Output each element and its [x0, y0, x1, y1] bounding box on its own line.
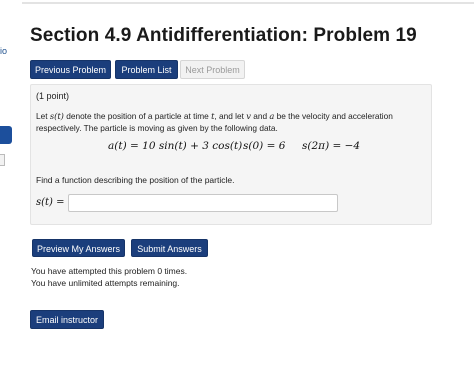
- email-instructor-button[interactable]: Email instructor: [30, 310, 104, 329]
- statement-text: Let: [36, 111, 50, 121]
- acceleration-equation: a(t) = 10 sin(t) + 3 cos(t): [108, 140, 243, 152]
- problem-statement: Let s(t) denote the position of a partic…: [36, 110, 426, 134]
- sidebar-tab[interactable]: [0, 154, 5, 166]
- sidebar-fragment-text: io: [0, 46, 8, 56]
- answer-label: s(t) =: [36, 197, 65, 208]
- page-title: Section 4.9 Antidifferentiation: Problem…: [30, 25, 417, 46]
- statement-math: s(t): [49, 111, 64, 121]
- statement-text: , and let: [214, 111, 247, 121]
- statement-text: and: [250, 111, 270, 121]
- remaining-attempts-text: You have unlimited attempts remaining.: [31, 278, 180, 288]
- problem-list-button[interactable]: Problem List: [115, 60, 178, 79]
- previous-problem-button[interactable]: Previous Problem: [30, 60, 111, 79]
- problem-points: (1 point): [36, 91, 70, 101]
- attempts-text: You have attempted this problem 0 times.: [31, 266, 188, 276]
- next-problem-button: Next Problem: [180, 60, 245, 79]
- problem-question: Find a function describing the position …: [36, 175, 235, 185]
- initial-condition-s0: s(0) = 6: [243, 140, 286, 152]
- top-divider: [22, 2, 474, 4]
- submit-answers-button[interactable]: Submit Answers: [131, 239, 208, 257]
- answer-input[interactable]: [68, 194, 338, 212]
- sidebar-active-tab[interactable]: [0, 126, 12, 144]
- preview-answers-button[interactable]: Preview My Answers: [32, 239, 125, 257]
- condition-s2pi: s(2π) = −4: [302, 140, 361, 152]
- statement-text: denote the position of a particle at tim…: [63, 111, 212, 121]
- sidebar-fragment: io: [0, 0, 20, 379]
